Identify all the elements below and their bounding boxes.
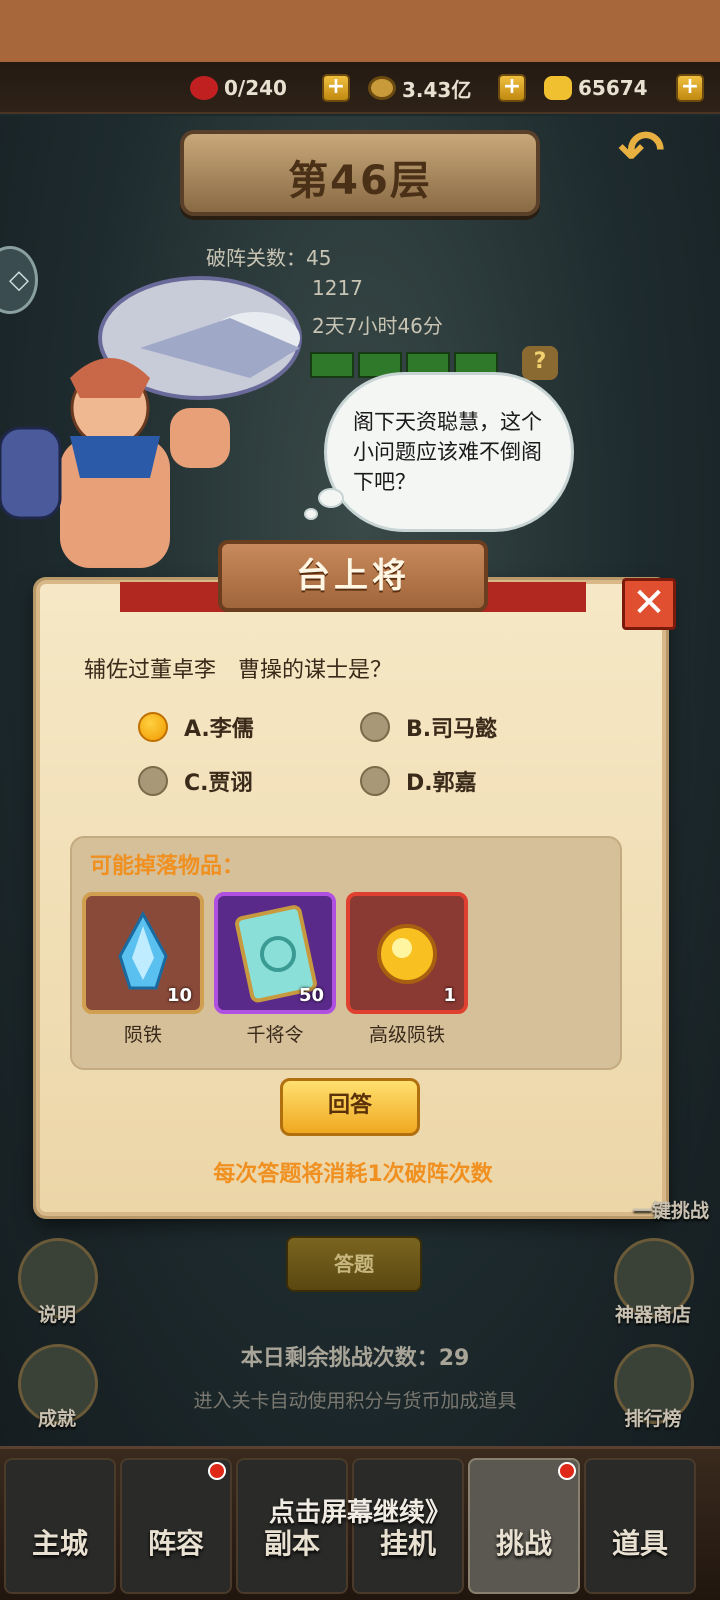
stamina-counter: 0/240 — [190, 72, 287, 104]
floor-title: 第46层 — [288, 158, 432, 204]
quiz-question: 辅佐过董卓李 曹操的谋士是？ — [84, 658, 393, 683]
item-qty: 10 — [166, 985, 192, 1006]
item-name: 陨铁 — [123, 1024, 162, 1046]
gold-ingot-icon — [544, 76, 572, 100]
bubble-tail — [318, 488, 344, 508]
speech-bubble: 阁下天资聪慧，这个小问题应该难不倒阁下吧？ — [324, 372, 574, 532]
radio-selected[interactable] — [138, 712, 168, 742]
item-name: 千将令 — [246, 1024, 304, 1046]
notification-dot — [208, 1462, 226, 1480]
item-name: 高级陨铁 — [368, 1024, 445, 1046]
coin-value: 3.43亿 — [402, 77, 472, 102]
mystery-box-icon[interactable]: ? — [522, 346, 558, 380]
floor-banner: 第46层 — [180, 130, 540, 216]
coin-counter: 3.43亿 — [368, 72, 471, 104]
back-arrow-icon[interactable]: ↶ — [618, 124, 690, 184]
stamina-value: 0/240 — [224, 76, 287, 100]
dialog-title: 台上将 — [218, 540, 488, 612]
radio[interactable] — [360, 712, 390, 742]
notification-dot — [558, 1462, 576, 1480]
answer-button[interactable]: 回答 — [280, 1078, 420, 1136]
coin-icon — [368, 76, 396, 100]
title-ribbon-left — [120, 582, 230, 612]
bonus-hint: 进入关卡自动使用积分与货币加成道具 — [193, 1390, 517, 1412]
quiz-button[interactable]: 答题 — [286, 1236, 422, 1292]
add-coins-button[interactable]: + — [498, 74, 526, 102]
refresh-countdown: 2天7小时46分 — [312, 314, 443, 338]
help-label[interactable]: 说明 — [2, 1300, 112, 1327]
option-label: A.李儒 — [184, 717, 254, 742]
status-bar — [0, 0, 720, 62]
close-button[interactable]: ✕ — [622, 578, 676, 630]
add-gold-button[interactable]: + — [676, 74, 704, 102]
option-label: D.郭嘉 — [406, 771, 477, 796]
option-a[interactable]: A.李儒 — [138, 710, 254, 744]
item-slot[interactable]: 50 — [214, 892, 336, 1014]
title-ribbon-right — [476, 582, 586, 612]
gold-value: 65674 — [578, 76, 648, 100]
remaining-challenges: 本日剩余挑战次数：29 — [240, 1346, 470, 1371]
cost-notice: 每次答题将消耗1次破阵次数 — [213, 1162, 493, 1187]
hero-character — [0, 276, 302, 568]
option-c[interactable]: C.贾诩 — [138, 764, 253, 798]
option-label: C.贾诩 — [184, 771, 253, 796]
gold-counter: 65674 — [544, 72, 648, 104]
option-b[interactable]: B.司马懿 — [360, 710, 497, 744]
item-slot[interactable]: 1 — [346, 892, 468, 1014]
item-slot[interactable]: 10 — [82, 892, 204, 1014]
resource-bar: 0/240 + 3.43亿 + 65674 + — [0, 62, 720, 114]
radio[interactable] — [360, 766, 390, 796]
option-label: B.司马懿 — [406, 717, 498, 742]
bubble-tail — [304, 508, 318, 520]
heart-icon — [190, 76, 218, 100]
radio[interactable] — [138, 766, 168, 796]
item-qty: 1 — [443, 985, 456, 1006]
item-qty: 50 — [298, 985, 324, 1006]
option-d[interactable]: D.郭嘉 — [360, 764, 477, 798]
one-click-challenge-label[interactable]: 一键挑战 — [616, 1196, 720, 1223]
drops-title: 可能掉落物品： — [90, 854, 245, 879]
tap-to-continue[interactable]: 点击屏幕继续》 — [0, 1492, 720, 1529]
artifact-shop-label[interactable]: 神器商店 — [598, 1300, 708, 1327]
add-stamina-button[interactable]: + — [322, 74, 350, 102]
speech-text: 阁下天资聪慧，这个小问题应该难不倒阁下吧？ — [353, 410, 542, 494]
